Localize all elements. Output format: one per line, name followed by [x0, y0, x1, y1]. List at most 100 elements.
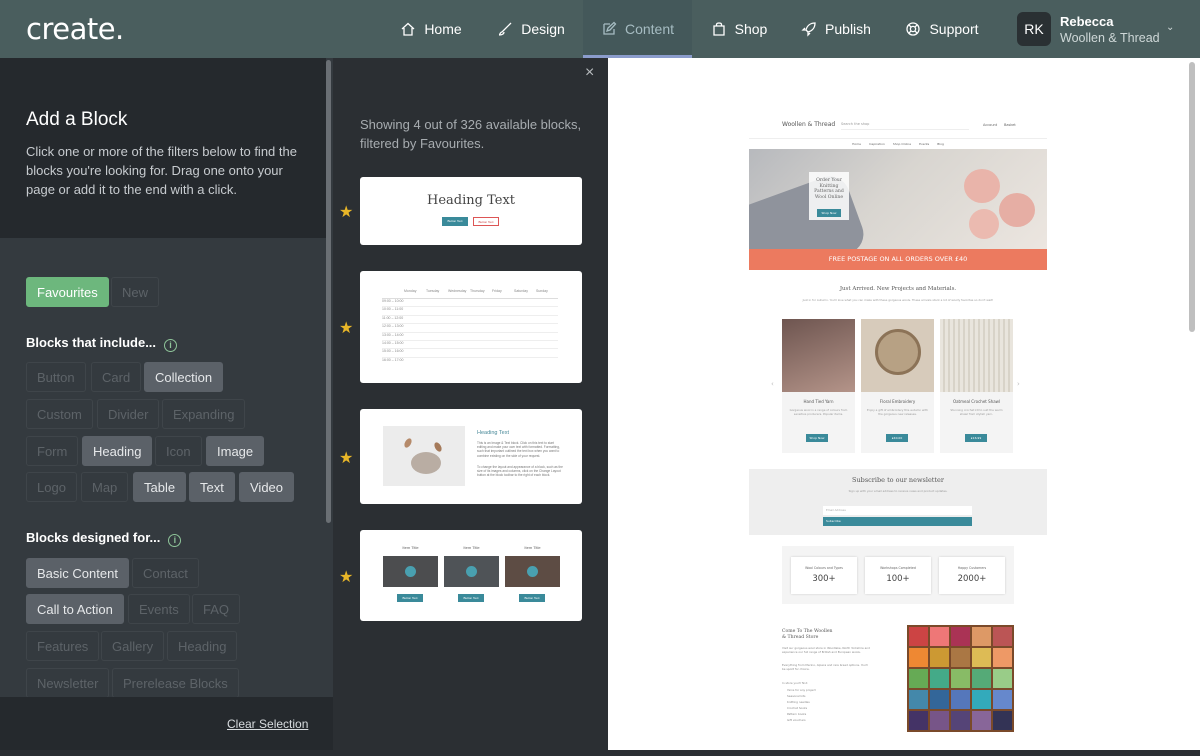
site-preview[interactable]: Woollen & Thread Search the shop Account…: [608, 58, 1200, 750]
time-row: 15:00 – 16:00: [382, 349, 558, 358]
play-icon: [527, 566, 538, 577]
hero-image: Order Your Knitting Patterns and Wool On…: [749, 149, 1047, 249]
stat-value: 300+: [812, 574, 836, 584]
stats-section: Wool Colours and Types 300+ Workshops Co…: [782, 546, 1014, 604]
nav-content[interactable]: Content: [583, 0, 692, 58]
panel-scrollbar[interactable]: [326, 60, 331, 523]
day-header: Saturday: [514, 289, 529, 293]
block-card-table[interactable]: Monday Tuesday Wednesday Thursday Friday…: [360, 271, 582, 383]
filter-heading[interactable]: Heading: [82, 436, 153, 466]
stat-value: 2000+: [957, 574, 987, 584]
filter-collection[interactable]: Collection: [144, 362, 224, 392]
newsletter-email-field: Email Address: [823, 506, 972, 515]
close-icon[interactable]: ×: [585, 64, 594, 82]
filter-heading-designed[interactable]: Heading: [167, 631, 238, 661]
hero-button: Shop Now: [817, 209, 841, 217]
filter-map[interactable]: Map: [81, 472, 129, 502]
block-card-heading[interactable]: Heading Text Button Text Button Text: [360, 177, 582, 245]
filter-favourites[interactable]: Favourites: [26, 277, 109, 307]
store-list-title: In store you'll find:: [782, 681, 809, 685]
filter-table[interactable]: Table: [133, 472, 187, 502]
day-header: Thursday: [470, 289, 485, 293]
nav-publish[interactable]: Publish: [786, 0, 886, 58]
user-store: Woollen & Thread: [1060, 31, 1160, 45]
avatar: RK: [1017, 12, 1051, 46]
timetable: Monday Tuesday Wednesday Thursday Friday…: [382, 289, 558, 367]
filter-text[interactable]: Text: [189, 472, 235, 502]
filter-features[interactable]: Features: [26, 631, 100, 661]
store-list-item: Gift vouchers: [787, 718, 806, 722]
site-search: Search the shop: [841, 122, 969, 130]
site-account: Account: [983, 123, 998, 127]
product-desc: Enjoy a gift of embroidery this autumn w…: [867, 408, 928, 416]
filter-button[interactable]: Button: [26, 362, 86, 392]
day-header: Monday: [404, 289, 417, 293]
card-image-text-body: This is an Image & Text block. Click on …: [477, 441, 560, 458]
stat-card: Happy Customers 2000+: [939, 557, 1005, 594]
filter-divider[interactable]: Divider: [97, 399, 160, 429]
stat-card: Wool Colours and Types 300+: [791, 557, 857, 594]
designed-heading-text: Blocks designed for...: [26, 530, 161, 545]
card-button-outline: Button Text: [473, 217, 499, 226]
filter-faq[interactable]: FAQ: [192, 594, 241, 624]
site-menu-item: Events: [919, 142, 930, 146]
filter-expanding[interactable]: Expanding: [162, 399, 246, 429]
user-menu[interactable]: RK Rebecca Woollen & Thread ⌄: [1016, 12, 1186, 46]
card-heading-text: Heading Text: [427, 193, 515, 208]
preview-scrollbar[interactable]: [1189, 62, 1195, 332]
block-card-image-text[interactable]: Heading Text This is an Image & Text blo…: [360, 409, 582, 504]
item-button: Button Text: [397, 594, 423, 602]
clear-selection-link[interactable]: Clear Selection: [227, 717, 308, 731]
panel-header: Add a Block Click one or more of the fil…: [0, 58, 326, 238]
time-row: 14:00 – 15:00: [382, 341, 558, 350]
store-text: Everything from Merino, Alpaca and rare …: [782, 663, 868, 671]
edit-icon: [603, 21, 617, 35]
info-icon[interactable]: i: [168, 534, 182, 547]
filter-new[interactable]: New: [111, 277, 160, 307]
arrivals-title: Just Arrived. New Projects and Materials…: [839, 286, 957, 292]
card-image-text-heading: Heading Text: [477, 430, 510, 436]
nav-support[interactable]: Support: [892, 0, 992, 58]
card-image-text-body: To change the layout and appearance of a…: [477, 465, 563, 478]
filter-events[interactable]: Events: [128, 594, 190, 624]
card-image: [383, 426, 465, 486]
filter-video[interactable]: Video: [239, 472, 295, 502]
results-panel: × Showing 4 out of 326 available blocks,…: [333, 58, 608, 750]
filter-basic-content[interactable]: Basic Content: [26, 558, 129, 588]
video-thumbnail: [383, 556, 438, 587]
nav-home[interactable]: Home: [385, 0, 477, 58]
filter-prerelease-blocks[interactable]: Prerelease Blocks: [112, 668, 239, 698]
nav-content-label: Content: [624, 21, 675, 37]
info-icon[interactable]: i: [164, 339, 178, 352]
product-button: Shop Now: [806, 434, 828, 442]
filter-newsletter[interactable]: Newsletter: [26, 668, 110, 698]
product-name: Floral Embroidery: [879, 399, 916, 404]
filter-call-to-action[interactable]: Call to Action: [26, 594, 124, 624]
panel-title: Add a Block: [26, 109, 128, 130]
block-card-video-collection[interactable]: Item Title Button Text Item Title Button…: [360, 530, 582, 621]
newsletter-subscribe-button: Subscribe: [823, 517, 972, 526]
nav-shop[interactable]: Shop: [696, 0, 782, 58]
product-card: Hand Tied Yarn Gorgeous wool in a range …: [782, 319, 855, 453]
filter-custom[interactable]: Custom: [26, 399, 93, 429]
filter-card[interactable]: Card: [91, 362, 142, 392]
star-icon: ★: [339, 569, 354, 586]
filter-logo[interactable]: Logo: [26, 472, 77, 502]
filter-contact[interactable]: Contact: [132, 558, 199, 588]
include-heading: Blocks that include... i: [26, 335, 178, 352]
nav-shop-label: Shop: [734, 21, 768, 37]
filter-form[interactable]: Form: [26, 436, 79, 466]
nav-support-label: Support: [929, 21, 979, 37]
filter-image[interactable]: Image: [206, 436, 265, 466]
designed-heading: Blocks designed for... i: [26, 530, 182, 547]
product-desc: Stunning crochet kit to suit the warm sh…: [950, 408, 1003, 416]
day-header: Wednesday: [448, 289, 467, 293]
nav-design[interactable]: Design: [483, 0, 579, 58]
site-menu-item: Home: [852, 142, 861, 146]
create-logo[interactable]: create.: [26, 12, 124, 46]
add-block-panel: Add a Block Click one or more of the fil…: [0, 58, 333, 750]
rocket-icon: [801, 22, 816, 37]
filter-icon[interactable]: Icon: [155, 436, 202, 466]
filter-gallery[interactable]: Gallery: [101, 631, 165, 661]
hero-text: Order Your Knitting Patterns and Wool On…: [814, 178, 844, 200]
